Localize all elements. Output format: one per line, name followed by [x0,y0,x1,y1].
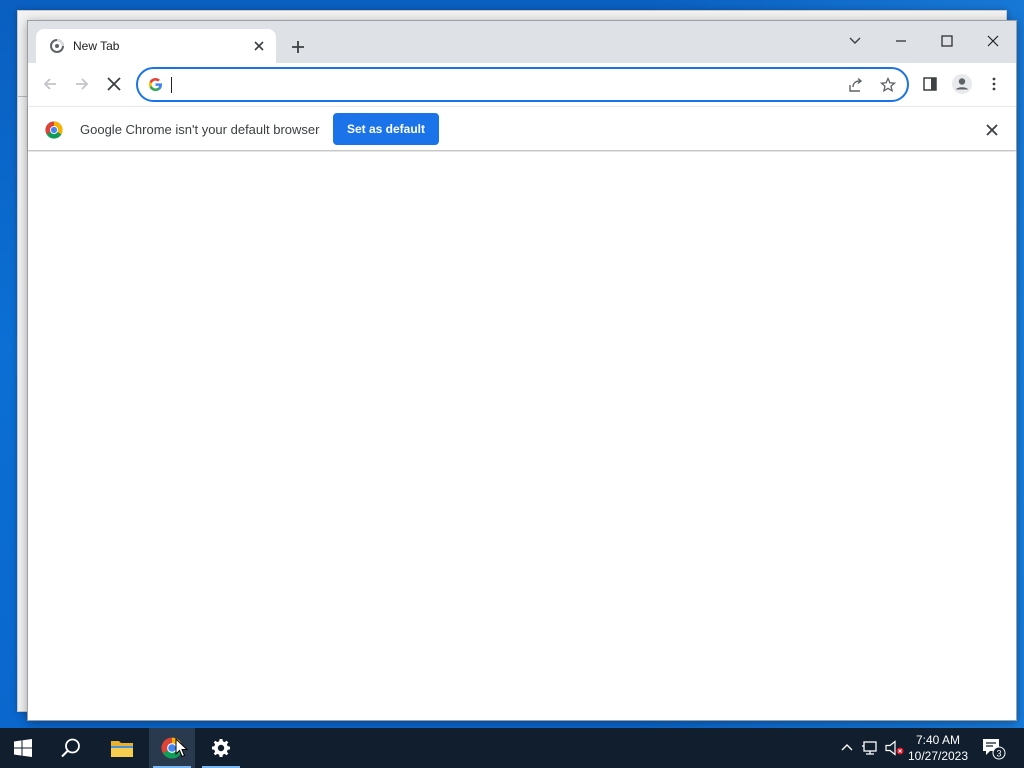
side-panel-icon [923,77,937,91]
page-content[interactable] [28,152,1016,720]
mouse-cursor-icon [175,738,189,758]
file-explorer-button[interactable] [99,728,145,768]
infobar-close-icon[interactable] [983,121,1001,139]
windows-logo-icon [14,739,32,757]
profile-button[interactable] [948,70,976,98]
google-g-icon [148,77,163,92]
search-button[interactable] [48,728,94,768]
minimize-icon [896,40,906,42]
taskbar: 7:40 AM 10/27/2023 3 [0,728,1024,768]
tab-close-icon[interactable] [252,39,266,53]
network-icon [862,741,877,755]
network-button[interactable] [861,738,881,758]
system-clock[interactable]: 7:40 AM 10/27/2023 [902,732,974,764]
action-center-button[interactable]: 3 [980,736,1006,760]
set-as-default-button[interactable]: Set as default [333,113,439,145]
new-tab-icon[interactable] [286,35,310,59]
notification-count: 3 [996,749,1001,759]
side-panel-button[interactable] [916,70,944,98]
tab-search-button[interactable] [835,27,875,55]
more-vertical-icon [992,77,996,91]
default-browser-infobar: Google Chrome isn't your default browser… [28,106,1016,151]
stop-loading-button[interactable] [100,70,128,98]
arrow-right-icon [76,78,89,90]
notification-icon: 3 [983,739,1006,760]
arrow-left-icon [43,78,56,90]
loading-favicon-icon [50,39,64,53]
gear-icon [212,739,230,757]
browser-toolbar [28,63,1016,105]
chrome-window: New Tab Google Chrome isn't your default… [27,20,1017,721]
settings-taskbar-button[interactable] [198,728,244,768]
star-icon [880,77,896,93]
share-icon [849,77,863,92]
back-button[interactable] [36,70,64,98]
start-button[interactable] [0,728,46,768]
stop-icon [107,77,121,91]
close-window-button[interactable] [973,27,1013,55]
search-icon [61,738,80,758]
forward-button[interactable] [68,70,96,98]
clock-time: 7:40 AM [915,733,961,747]
tab-title: New Tab [73,39,120,53]
chrome-logo-icon [45,121,63,139]
bookmark-button[interactable] [874,71,902,99]
folder-icon [111,741,133,757]
menu-button[interactable] [980,70,1008,98]
address-bar[interactable] [136,67,909,102]
show-hidden-icons-button[interactable] [837,738,857,758]
minimize-button[interactable] [881,27,921,55]
maximize-icon [941,35,953,47]
tab-new-tab[interactable]: New Tab [36,29,276,63]
clock-date: 10/27/2023 [907,749,969,763]
maximize-button[interactable] [927,27,967,55]
chevron-up-icon [841,744,853,751]
infobar-message: Google Chrome isn't your default browser [80,122,320,137]
close-icon [987,35,999,47]
title-bar[interactable]: New Tab [28,21,1016,63]
text-caret [171,77,172,93]
chevron-down-icon [849,37,861,44]
omnibox-input[interactable] [170,75,830,95]
avatar-icon [952,74,972,94]
share-button[interactable] [842,71,870,99]
